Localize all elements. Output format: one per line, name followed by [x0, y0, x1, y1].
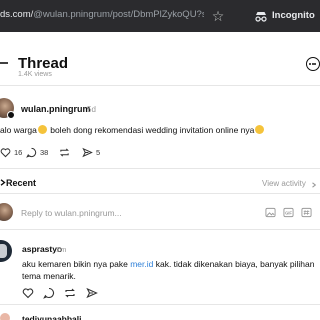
view-count: 1.4K views: [18, 71, 52, 78]
incognito-icon: [255, 12, 267, 22]
comment-bubble-icon: [26, 147, 37, 158]
repost-icon[interactable]: [64, 287, 76, 299]
post-time: 5d: [87, 105, 96, 114]
post-text: alo warga boleh dong rekomendasi wedding…: [0, 125, 265, 135]
smile-emoji-icon: [255, 125, 265, 134]
avatar[interactable]: [0, 313, 10, 320]
repost-button[interactable]: [59, 145, 70, 159]
avatar[interactable]: [0, 240, 12, 262]
comment-text-line: aku kemaren bikin nya pake mer.id kak. t…: [22, 259, 315, 269]
send-icon[interactable]: [86, 287, 98, 299]
incognito-label: Incognito: [272, 10, 315, 21]
gif-icon[interactable]: GIF: [283, 207, 294, 218]
bookmark-star-icon[interactable]: ☆: [210, 8, 226, 24]
post-divider: [0, 168, 320, 169]
comment-author[interactable]: tediyunaabbali: [22, 314, 82, 320]
more-options-icon[interactable]: [306, 57, 320, 71]
avatar: [0, 203, 13, 221]
share-button[interactable]: 5: [82, 145, 100, 159]
share-count: 5: [96, 147, 101, 157]
url-path: @wulan.pningrum/post/DbmPlZykoQU?sort_or…: [33, 9, 204, 20]
svg-text:GIF: GIF: [285, 210, 292, 215]
repost-icon: [60, 147, 69, 157]
comment-text-line: tema menarik.: [22, 271, 76, 281]
heart-icon: [0, 147, 11, 157]
like-count: 16: [14, 147, 23, 157]
recent-divider: [0, 193, 320, 194]
like-button[interactable]: 16: [0, 145, 22, 159]
post-author[interactable]: wulan.pningrum: [21, 104, 91, 114]
reply-input[interactable]: Reply to wulan.pningrum...: [21, 208, 122, 218]
view-activity-link[interactable]: View activity: [262, 179, 306, 188]
send-icon: [82, 147, 93, 157]
comment-time: 1m: [56, 245, 67, 254]
comment-text-after-link: kak. tidak dikenakan biaya, banyak pilih…: [153, 259, 315, 269]
sort-dropdown[interactable]: Recent: [6, 178, 36, 188]
image-attach-icon[interactable]: [265, 207, 276, 218]
post-text-part1: alo warga: [0, 125, 37, 135]
post-text-part2: boleh dong rekomendasi wedding invitatio…: [47, 125, 255, 135]
heart-icon[interactable]: [22, 287, 34, 299]
header-divider: [0, 85, 320, 86]
comment-bubble-icon[interactable]: [43, 287, 55, 299]
chevron-right-icon[interactable]: [311, 182, 317, 188]
comment-divider: [0, 304, 320, 305]
comment-button[interactable]: 38: [26, 145, 48, 159]
back-arrow-icon[interactable]: [0, 58, 8, 68]
address-bar[interactable]: ds.com/@wulan.pningrum/post/DbmPlZykoQU?…: [0, 9, 204, 21]
smile-emoji-icon: [37, 125, 47, 134]
hashtag-icon[interactable]: [301, 207, 312, 218]
comment-count: 38: [40, 147, 49, 157]
comment-link[interactable]: mer.id: [130, 259, 153, 269]
browser-toolbar: ds.com/@wulan.pningrum/post/DbmPlZykoQU?…: [0, 0, 320, 32]
page-title: Thread: [18, 55, 69, 72]
comment-text-before-link: aku kemaren bikin nya pake: [22, 259, 131, 269]
composer-divider: [0, 229, 320, 230]
follow-badge-icon[interactable]: [7, 111, 15, 119]
url-host: ds.com/: [0, 9, 34, 20]
